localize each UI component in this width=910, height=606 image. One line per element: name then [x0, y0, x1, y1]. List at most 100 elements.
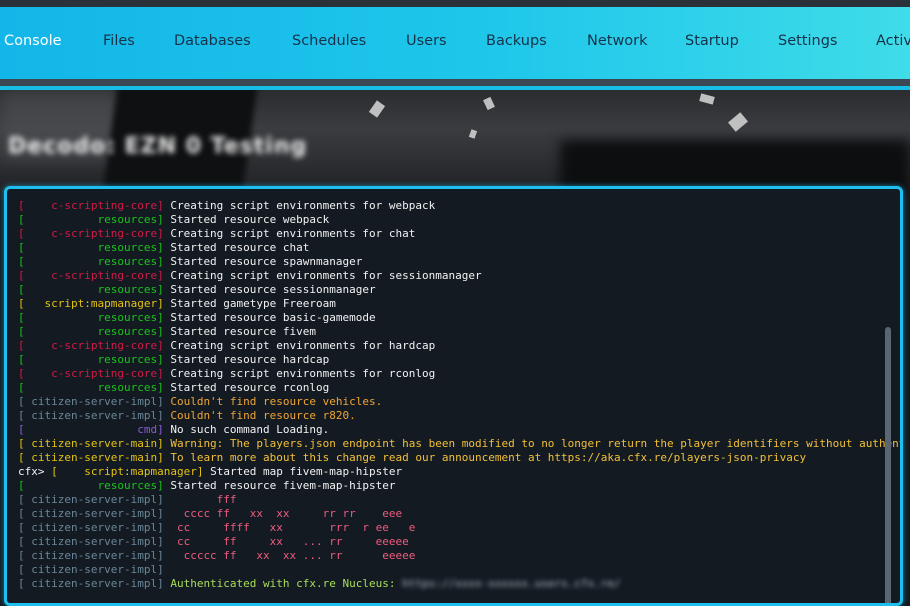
- console-line-message: Creating script environments for rconlog: [163, 367, 436, 380]
- console-line: [ citizen-server-impl] ccccc ff xx xx ..…: [18, 549, 900, 563]
- console-line: [ resources] Started resource fivem: [18, 325, 900, 339]
- console-line-prefix: [: [18, 381, 25, 394]
- console-output-panel[interactable]: [ c-scripting-core] Creating script envi…: [4, 186, 903, 606]
- console-line-source: citizen-server-impl]: [24, 535, 164, 548]
- console-line: [ c-scripting-core] Creating script envi…: [18, 269, 900, 283]
- console-line: [ resources] Started resource spawnmanag…: [18, 255, 900, 269]
- console-line-prefix: [: [18, 409, 25, 422]
- tab-activity[interactable]: Activ: [876, 7, 910, 79]
- console-line: [ citizen-server-impl] Couldn't find res…: [18, 409, 900, 423]
- console-line: [ resources] Started resource hardcap: [18, 353, 900, 367]
- nav-shadow: [0, 79, 910, 86]
- console-line-prefix: [: [18, 451, 25, 464]
- console-line: [ script:mapmanager] Started gametype Fr…: [18, 297, 900, 311]
- console-line: [ c-scripting-core] Creating script envi…: [18, 227, 900, 241]
- console-line: [ resources] Started resource fivem-map-…: [18, 479, 900, 493]
- console-line-source: resources]: [24, 353, 164, 366]
- console-line-prefix: [: [18, 563, 25, 576]
- console-scrollbar[interactable]: [885, 327, 891, 603]
- console-line-source: citizen-server-main]: [24, 451, 164, 464]
- console-line-message: Creating script environments for chat: [163, 227, 416, 240]
- banner-debris-shape: [368, 100, 386, 118]
- tab-startup[interactable]: Startup: [685, 7, 739, 79]
- console-line-prefix: [: [18, 535, 25, 548]
- tab-backups[interactable]: Backups: [486, 7, 547, 79]
- console-line-prefix: [: [18, 395, 25, 408]
- console-line-source: script:mapmanager]: [24, 297, 164, 310]
- console-line-message: Started gametype Freeroam: [163, 297, 336, 310]
- console-line-message: Started resource fivem-map-hipster: [163, 479, 396, 492]
- console-line-prefix: [: [18, 549, 25, 562]
- console-line-message: cccc ff xx xx rr rr eee: [163, 507, 403, 520]
- banner-debris-shape: [468, 129, 478, 139]
- console-line-prefix: [: [18, 423, 25, 436]
- tab-databases[interactable]: Databases: [174, 7, 251, 79]
- console-line-prefix: [: [18, 493, 25, 506]
- console-line: [ c-scripting-core] Creating script envi…: [18, 339, 900, 353]
- console-line-prefix: [: [18, 241, 25, 254]
- console-line: [ c-scripting-core] Creating script envi…: [18, 367, 900, 381]
- console-line-message: fff: [163, 493, 237, 506]
- console-line-source: citizen-server-impl]: [24, 409, 164, 422]
- console-line-message: cc ff xx ... rr eeeee: [163, 535, 409, 548]
- console-line-prefix: [: [18, 297, 25, 310]
- console-line: [ resources] Started resource sessionman…: [18, 283, 900, 297]
- console-line-source: resources]: [24, 325, 164, 338]
- console-line-message: Warning: The players.json endpoint has b…: [163, 437, 903, 450]
- console-line-message: Couldn't find resource vehicles.: [163, 395, 383, 408]
- console-line: [ citizen-server-impl] Couldn't find res…: [18, 395, 900, 409]
- tab-schedules[interactable]: Schedules: [292, 7, 366, 79]
- console-line-source: citizen-server-impl]: [24, 507, 164, 520]
- banner-debris-shape: [699, 93, 715, 105]
- console-line: cfx> [ script:mapmanager] Started map fi…: [18, 465, 403, 478]
- console-line-source: citizen-server-impl]: [24, 563, 164, 576]
- tab-network[interactable]: Network: [587, 7, 648, 79]
- console-line: [ resources] Started resource rconlog: [18, 381, 900, 395]
- console-line-source: citizen-server-main]: [24, 437, 164, 450]
- console-line-message: Authenticated with cfx.re Nucleus:: [163, 577, 403, 590]
- console-line-source: citizen-server-impl]: [24, 395, 164, 408]
- console-line-source: resources]: [24, 213, 164, 226]
- server-name-blurred: Decodo: EZN 0 Testing: [8, 134, 308, 159]
- console-line: [ resources] Started resource basic-game…: [18, 311, 900, 325]
- tab-settings[interactable]: Settings: [778, 7, 837, 79]
- console-line-source: resources]: [24, 479, 164, 492]
- console-line-message: Started resource hardcap: [163, 353, 330, 366]
- console-line-source: c-scripting-core]: [24, 367, 164, 380]
- console-line: [ resources] Started resource webpack: [18, 213, 900, 227]
- console-line-message: Started resource chat: [163, 241, 310, 254]
- console-line: [ citizen-server-impl] cc ffff xx rrr r …: [18, 521, 900, 535]
- console-line-message: Started resource basic-gamemode: [163, 311, 376, 324]
- console-line-source: citizen-server-impl]: [24, 577, 164, 590]
- console-line-source: citizen-server-impl]: [24, 521, 164, 534]
- console-log: [ c-scripting-core] Creating script envi…: [18, 199, 903, 591]
- console-line-prefix: [: [18, 367, 25, 380]
- console-line: [ citizen-server-impl] fff: [18, 493, 900, 507]
- console-line-message: Started resource rconlog: [163, 381, 330, 394]
- console-line: [ citizen-server-main] To learn more abo…: [18, 451, 900, 465]
- console-line-message: Started resource spawnmanager: [163, 255, 363, 268]
- console-line-prefix: [: [18, 437, 25, 450]
- console-line-prefix: cfx>: [18, 465, 52, 478]
- console-line-prefix: [: [18, 353, 25, 366]
- tab-users[interactable]: Users: [406, 7, 447, 79]
- redacted-token: https://xxxx-xxxxxx.users.cfx.re/: [402, 577, 621, 590]
- console-line: [ citizen-server-impl] cc ff xx ... rr e…: [18, 535, 900, 549]
- console-line: [ resources] Started resource chat: [18, 241, 900, 255]
- tab-files[interactable]: Files: [103, 7, 135, 79]
- console-line-source: resources]: [24, 255, 164, 268]
- console-line-prefix: [: [18, 227, 25, 240]
- console-line-source: resources]: [24, 311, 164, 324]
- console-line-prefix: [: [18, 269, 25, 282]
- console-line-message: Couldn't find resource r820.: [163, 409, 356, 422]
- console-line-prefix: [: [18, 255, 25, 268]
- console-line-prefix: [: [18, 507, 25, 520]
- console-line-message: Started resource sessionmanager: [163, 283, 376, 296]
- tab-console[interactable]: Console: [4, 7, 62, 79]
- console-line: [ citizen-server-impl] Authenticated wit…: [18, 577, 900, 591]
- console-line-prefix: [: [18, 213, 25, 226]
- console-line-message: No such command Loading.: [163, 423, 330, 436]
- console-line-message: Started map fivem-map-hipster: [203, 465, 403, 478]
- console-line-prefix: [: [18, 325, 25, 338]
- console-line-source: c-scripting-core]: [24, 269, 164, 282]
